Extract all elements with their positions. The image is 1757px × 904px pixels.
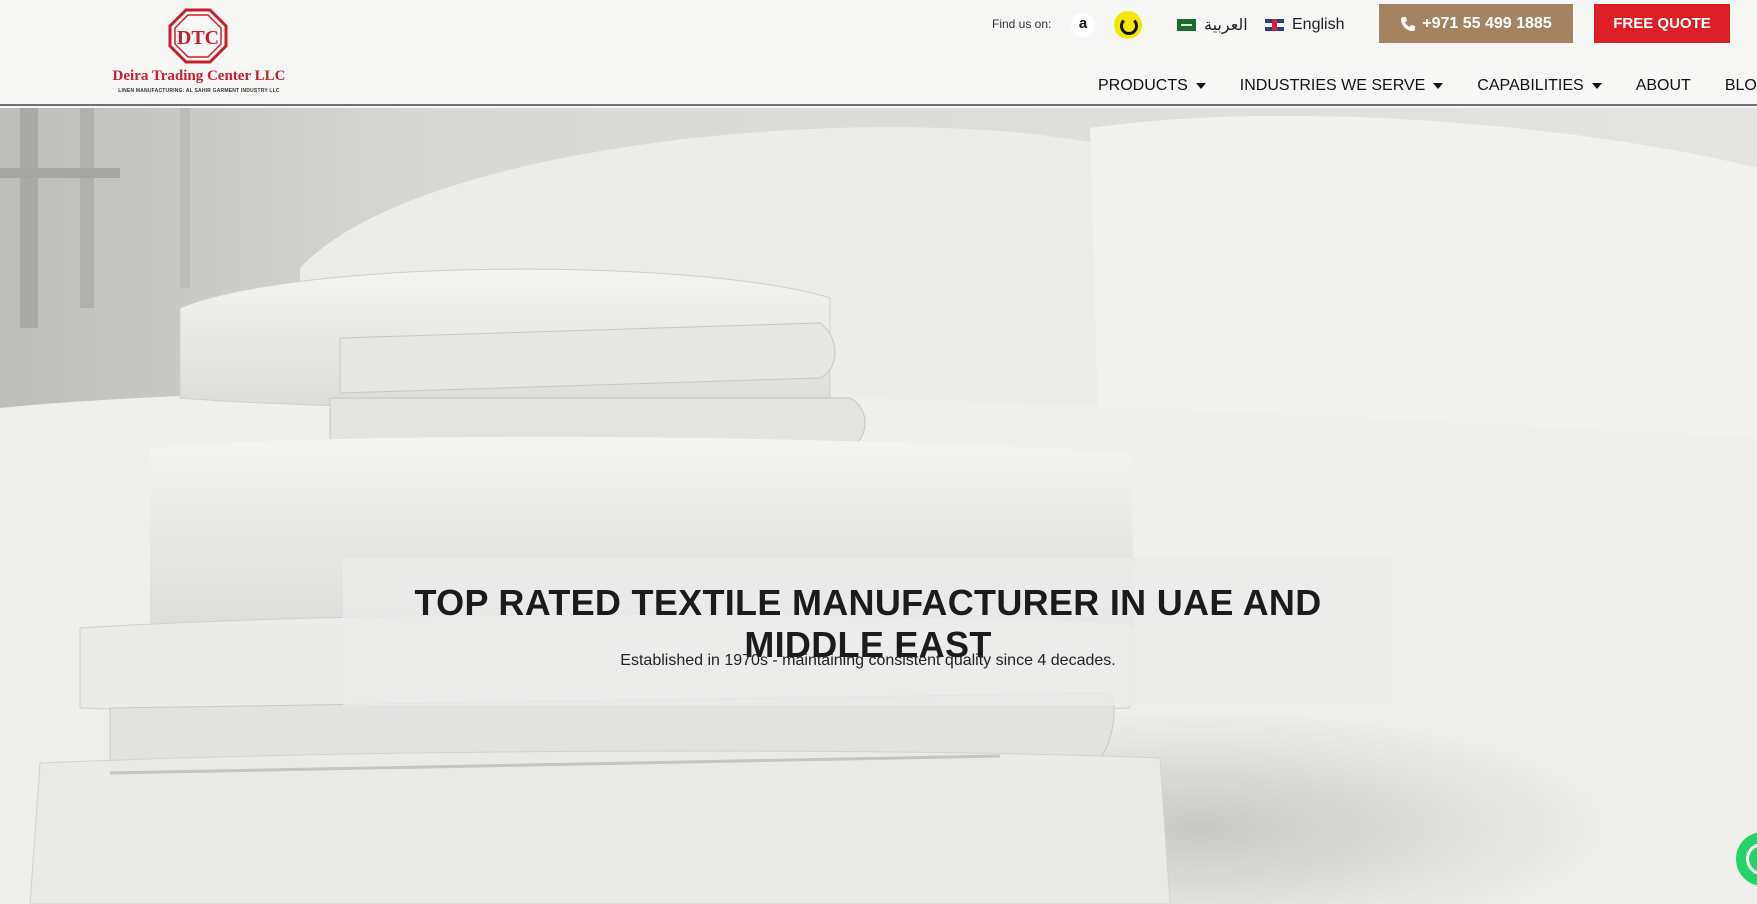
- uk-flag-icon: [1265, 19, 1284, 31]
- nav-item-label: CAPABILITIES: [1477, 77, 1584, 94]
- main-nav: PRODUCTS INDUSTRIES WE SERVE CAPABILITIE…: [1098, 74, 1757, 98]
- caret-down-icon: [1433, 83, 1444, 89]
- language-english[interactable]: English: [1265, 14, 1344, 36]
- language-arabic-label: العربية: [1204, 17, 1248, 34]
- nav-item-industries[interactable]: INDUSTRIES WE SERVE: [1240, 77, 1444, 95]
- find-us-label: Find us on:: [992, 17, 1052, 31]
- hero-text-panel: TOP RATED TEXTILE MANUFACTURER IN UAE AN…: [343, 558, 1393, 705]
- hero-subtitle: Established in 1970s - maintaining consi…: [620, 652, 1116, 669]
- caret-down-icon: [1195, 83, 1206, 89]
- nav-item-label: PRODUCTS: [1098, 77, 1188, 94]
- site-header: DTC Deira Trading Center LLC LINEN MANUF…: [0, 0, 1757, 106]
- logo-tagline: LINEN MANUFACTURING: AL SAHIR GARMENT IN…: [118, 88, 280, 94]
- free-quote-button[interactable]: FREE QUOTE: [1594, 4, 1730, 43]
- amazon-icon[interactable]: a: [1071, 13, 1095, 37]
- language-english-label: English: [1292, 16, 1345, 33]
- nav-item-about[interactable]: ABOUT: [1636, 77, 1691, 95]
- logo-company-name: Deira Trading Center LLC: [112, 68, 286, 84]
- dtc-octagon-logo-icon: DTC: [168, 8, 228, 64]
- svg-text:DTC: DTC: [177, 27, 219, 49]
- language-arabic[interactable]: العربية: [1177, 14, 1248, 36]
- phone-icon: [1401, 16, 1416, 31]
- towels-hero-image: [0, 108, 1757, 904]
- nav-item-label: ABOUT: [1635, 77, 1691, 94]
- nav-item-products[interactable]: PRODUCTS: [1098, 77, 1206, 95]
- nav-item-label: INDUSTRIES WE SERVE: [1239, 77, 1426, 94]
- nav-item-capabilities[interactable]: CAPABILITIES: [1477, 77, 1602, 95]
- logo[interactable]: DTC Deira Trading Center LLC LINEN MANUF…: [104, 8, 294, 100]
- phone-button[interactable]: +971 55 499 1885: [1379, 4, 1573, 43]
- hero-banner: TOP RATED TEXTILE MANUFACTURER IN UAE AN…: [0, 108, 1757, 904]
- nav-item-blog[interactable]: BLOG: [1725, 77, 1757, 95]
- caret-down-icon: [1591, 83, 1602, 89]
- saudi-flag-icon: [1177, 19, 1196, 31]
- nav-item-label: BLOG: [1724, 77, 1757, 94]
- phone-button-label: +971 55 499 1885: [1422, 14, 1552, 32]
- noon-icon[interactable]: [1114, 11, 1142, 39]
